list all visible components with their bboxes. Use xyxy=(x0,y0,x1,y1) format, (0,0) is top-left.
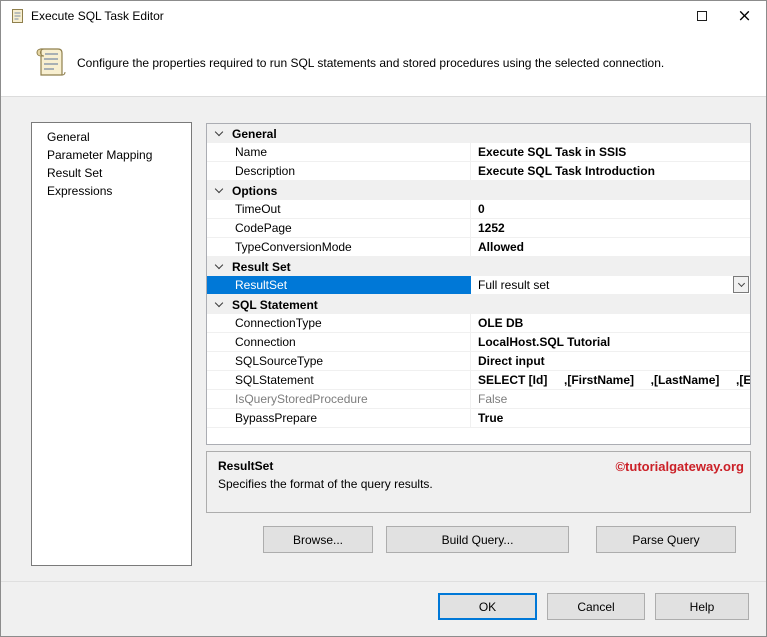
maximize-icon xyxy=(696,11,707,21)
resultset-dropdown-button[interactable] xyxy=(733,276,749,293)
property-name: ConnectionType xyxy=(207,314,471,332)
close-icon: × xyxy=(737,5,752,26)
property-value[interactable]: LocalHost.SQL Tutorial xyxy=(471,333,750,351)
dialog-header: Configure the properties required to run… xyxy=(1,31,766,97)
category-row-result-set[interactable]: Result Set xyxy=(207,257,750,276)
category-label: Result Set xyxy=(232,259,291,274)
help-button[interactable]: Help xyxy=(655,593,749,620)
property-value[interactable]: SELECT [Id] ,[FirstName] ,[LastName] ,[E… xyxy=(471,371,750,389)
collapse-chevron-icon[interactable] xyxy=(214,184,224,194)
sidebar-item-parameter-mapping[interactable]: Parameter Mapping xyxy=(32,146,191,164)
watermark-text: ©tutorialgateway.org xyxy=(615,459,744,474)
property-value[interactable]: Direct input xyxy=(471,352,750,370)
property-row-isquerystoredprocedure[interactable]: IsQueryStoredProcedure False xyxy=(207,390,750,409)
execute-sql-task-icon xyxy=(31,44,67,80)
property-value[interactable]: True xyxy=(471,409,750,427)
dialog-description: Configure the properties required to run… xyxy=(77,56,665,70)
property-row-name[interactable]: Name Execute SQL Task in SSIS xyxy=(207,143,750,162)
property-name: ResultSet xyxy=(207,276,471,294)
category-label: SQL Statement xyxy=(232,297,318,312)
browse-button[interactable]: Browse... xyxy=(263,526,373,553)
property-name: Connection xyxy=(207,333,471,351)
property-value[interactable]: Execute SQL Task Introduction xyxy=(471,162,750,180)
category-label: Options xyxy=(232,183,278,198)
parse-query-button[interactable]: Parse Query xyxy=(596,526,736,553)
close-button[interactable]: × xyxy=(723,1,766,31)
property-row-sqlstatement[interactable]: SQLStatement SELECT [Id] ,[FirstName] ,[L… xyxy=(207,371,750,390)
property-row-timeout[interactable]: TimeOut 0 xyxy=(207,200,750,219)
property-value[interactable]: Full result set xyxy=(471,276,750,294)
property-name: IsQueryStoredProcedure xyxy=(207,390,471,408)
property-value[interactable]: False xyxy=(471,390,750,408)
ok-button[interactable]: OK xyxy=(438,593,537,620)
property-name: Description xyxy=(207,162,471,180)
property-row-typeconversionmode[interactable]: TypeConversionMode Allowed xyxy=(207,238,750,257)
window-title: Execute SQL Task Editor xyxy=(31,9,164,23)
property-grid: General Name Execute SQL Task in SSIS Descr… xyxy=(206,123,751,445)
property-name: BypassPrepare xyxy=(207,409,471,427)
property-row-resultset[interactable]: ResultSet Full result set xyxy=(207,276,750,295)
selected-property-name: ResultSet xyxy=(218,459,274,473)
property-name: TimeOut xyxy=(207,200,471,218)
category-row-options[interactable]: Options xyxy=(207,181,750,200)
sidebar-item-expressions[interactable]: Expressions xyxy=(32,182,191,200)
category-row-general[interactable]: General xyxy=(207,124,750,143)
execute-sql-task-editor-dialog: Execute SQL Task Editor × Configure the … xyxy=(0,0,767,637)
property-row-description[interactable]: Description Execute SQL Task Introduction xyxy=(207,162,750,181)
maximize-button[interactable] xyxy=(680,1,723,31)
collapse-chevron-icon[interactable] xyxy=(214,260,224,270)
chevron-down-icon xyxy=(737,279,745,288)
property-value[interactable]: OLE DB xyxy=(471,314,750,332)
property-row-bypassprepare[interactable]: BypassPrepare True xyxy=(207,409,750,428)
sidebar-item-general[interactable]: General xyxy=(32,128,191,146)
title-bar[interactable]: Execute SQL Task Editor × xyxy=(1,1,766,31)
property-row-sqlsourcetype[interactable]: SQLSourceType Direct input xyxy=(207,352,750,371)
cancel-button[interactable]: Cancel xyxy=(547,593,645,620)
property-name: CodePage xyxy=(207,219,471,237)
pages-list: General Parameter Mapping Result Set Expres… xyxy=(31,122,192,566)
property-value[interactable]: Allowed xyxy=(471,238,750,256)
category-label: General xyxy=(232,126,277,141)
property-value[interactable]: 1252 xyxy=(471,219,750,237)
build-query-button[interactable]: Build Query... xyxy=(386,526,569,553)
collapse-chevron-icon[interactable] xyxy=(214,127,224,137)
property-description-panel: ResultSet Specifies the format of the qu… xyxy=(206,451,751,513)
category-row-sql-statement[interactable]: SQL Statement xyxy=(207,295,750,314)
collapse-chevron-icon[interactable] xyxy=(214,298,224,308)
property-name: SQLSourceType xyxy=(207,352,471,370)
property-row-connection[interactable]: Connection LocalHost.SQL Tutorial xyxy=(207,333,750,352)
property-name: TypeConversionMode xyxy=(207,238,471,256)
footer-divider xyxy=(1,581,766,582)
task-scroll-icon xyxy=(9,8,25,24)
property-name: Name xyxy=(207,143,471,161)
selected-property-description: Specifies the format of the query result… xyxy=(218,477,433,491)
property-row-codepage[interactable]: CodePage 1252 xyxy=(207,219,750,238)
sidebar-item-result-set[interactable]: Result Set xyxy=(32,164,191,182)
window-controls: × xyxy=(680,1,766,31)
property-name: SQLStatement xyxy=(207,371,471,389)
property-row-connectiontype[interactable]: ConnectionType OLE DB xyxy=(207,314,750,333)
property-value[interactable]: 0 xyxy=(471,200,750,218)
property-value[interactable]: Execute SQL Task in SSIS xyxy=(471,143,750,161)
